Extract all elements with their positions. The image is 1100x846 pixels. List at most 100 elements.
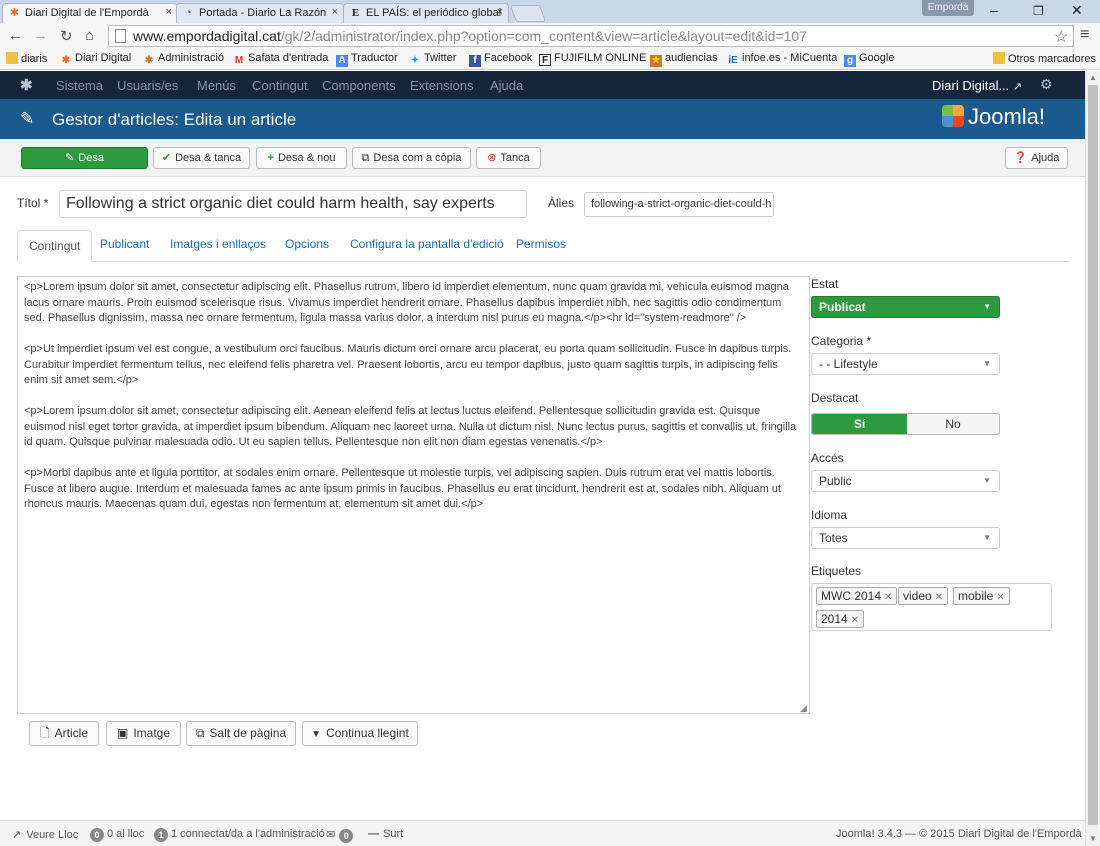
remove-tag-icon[interactable]: ✕ (851, 615, 859, 626)
remove-tag-icon[interactable]: ✕ (884, 592, 892, 603)
tab-imatges[interactable]: Imatges i enllaços (170, 237, 266, 251)
browser-tab-title: Diari Digital de l'Empordà (25, 7, 149, 19)
admins-badge: 1 (154, 828, 168, 842)
restore-icon[interactable]: ❐ (1033, 4, 1044, 18)
insert-article-button[interactable]: 🗋 Article (29, 721, 99, 746)
menu-usuaris[interactable]: Usuaris/es (117, 78, 178, 93)
menu-ajuda[interactable]: Ajuda (490, 78, 523, 93)
close-icon[interactable]: × (497, 6, 503, 18)
bookmark-traductor[interactable]: A Traductor (336, 52, 398, 67)
save-copy-button[interactable]: ⧉ Desa com a còpia (352, 147, 471, 169)
tab-contingut[interactable]: Contingut (17, 230, 93, 262)
forward-icon[interactable]: → (33, 27, 48, 44)
language-select[interactable]: Totes ▼ (811, 527, 1000, 549)
profile-button[interactable]: Empordà (922, 0, 974, 16)
save-button[interactable]: ✎ Desa (21, 147, 148, 169)
new-tab-button[interactable] (509, 5, 547, 22)
check-icon: ✔ (161, 152, 172, 164)
minus-icon: — (368, 828, 379, 840)
joomla-icon[interactable]: ✱ (20, 76, 33, 94)
scroll-down-icon[interactable]: ▼ (1089, 834, 1097, 843)
bookmark-facebook[interactable]: f Facebook (469, 52, 532, 67)
folder-icon (993, 52, 1005, 64)
messages-status[interactable]: ✉ 0 (326, 828, 356, 843)
remove-tag-icon[interactable]: ✕ (935, 592, 943, 603)
menu-sistema[interactable]: Sistema (56, 78, 103, 93)
alias-input[interactable]: following-a-strict-organic-diet-could-h (584, 192, 774, 217)
star-icon: ★ (650, 55, 662, 67)
save-new-button[interactable]: + Desa & nou (256, 147, 347, 169)
url-field[interactable]: www.empordadigital.cat/gk/2/administrato… (108, 25, 1074, 47)
visitors-status: 00 al lloc (90, 828, 144, 842)
access-select[interactable]: Public ▼ (811, 470, 1000, 492)
browser-tab-diari[interactable]: ✱ Diari Digital de l'Empordà × (2, 3, 178, 23)
featured-no-button[interactable]: No (907, 414, 999, 434)
gear-icon[interactable]: ⚙ (1040, 76, 1053, 93)
bookmark-google[interactable]: g Google (844, 52, 894, 67)
insert-image-button[interactable]: ▣ Imatge (106, 721, 181, 746)
status-select[interactable]: Publicat ▼ (811, 296, 1000, 318)
reload-icon[interactable]: ↻ (60, 27, 73, 45)
browser-tab-larazon[interactable]: ◔ Portada - Diario La Razón × (176, 3, 344, 23)
help-button[interactable]: ❓ Ajuda (1005, 147, 1068, 169)
bookmark-safata[interactable]: M Safata d'entrada (233, 52, 329, 67)
browser-tab-elpais[interactable]: E EL PAÍS: el periódico global × (343, 3, 509, 23)
menu-contingut[interactable]: Contingut (252, 78, 308, 93)
featured-yes-button[interactable]: Sí (812, 414, 907, 434)
save-close-button[interactable]: ✔ Desa & tanca (153, 147, 250, 169)
question-icon: ❓ (1013, 152, 1028, 164)
tab-permisos[interactable]: Permisos (516, 237, 566, 251)
tags-field[interactable]: MWC 2014 ✕ video ✕ mobile ✕ 2014 ✕ (811, 583, 1052, 631)
page-scrollbar[interactable]: ▲ ▼ (1085, 71, 1100, 846)
featured-toggle: Sí No (811, 413, 1000, 435)
bookmark-infoe[interactable]: iE infoe.es - MiCuenta (727, 52, 837, 67)
bookmark-diari-digital[interactable]: ✱ Diari Digital (60, 52, 131, 67)
scroll-up-icon[interactable]: ▲ (1089, 73, 1097, 82)
bookmark-administracio[interactable]: ✱ Administració (143, 52, 224, 67)
close-button[interactable]: ⊗ Tanca (476, 147, 541, 169)
url-path: /gk/2/administrator/index.php?option=com… (280, 28, 807, 44)
scrollbar-thumb[interactable] (1088, 85, 1098, 825)
close-icon[interactable]: × (332, 6, 338, 18)
home-icon[interactable]: ⌂ (85, 27, 94, 44)
admin-navbar: ✱ Sistema Usuaris/es Menús Contingut Com… (0, 71, 1085, 99)
alias-label: Àlies (548, 196, 575, 210)
featured-label: Destacat (811, 391, 859, 405)
logout-link[interactable]: — Surt (368, 828, 403, 840)
page-break-button[interactable]: ⧉ Salt de pàgina (186, 721, 296, 746)
help-label: Ajuda (1031, 152, 1060, 164)
chevron-down-icon: ▼ (983, 302, 991, 311)
menu-extensions[interactable]: Extensions (410, 78, 474, 93)
resize-handle-icon[interactable]: ◢ (800, 703, 807, 714)
view-site-link[interactable]: ↗ Veure Lloc (12, 828, 78, 841)
translate-icon: A (336, 55, 348, 67)
article-editor[interactable]: <p>Lorem ipsum dolor sit amet, consectet… (17, 276, 810, 714)
bookmark-audiencias[interactable]: ★ audiencias (650, 52, 718, 67)
tab-opcions[interactable]: Opcions (285, 237, 329, 251)
bookmark-label: Safata d'entrada (248, 52, 329, 64)
back-icon[interactable]: ← (8, 27, 23, 44)
tab-publicant[interactable]: Publicant (100, 237, 149, 251)
category-select[interactable]: - - Lifestyle ▼ (811, 353, 1000, 375)
title-input[interactable]: Following a strict organic diet could ha… (59, 190, 527, 218)
tag-label: 2014 (821, 612, 848, 626)
site-link[interactable]: Diari Digital... ↗ (932, 78, 1022, 93)
editor-paragraph: <p>Morbi dapibus ante et ligula porttito… (24, 467, 781, 510)
bookmark-star-icon[interactable]: ☆ (1054, 27, 1068, 47)
menu-components[interactable]: Components (322, 78, 396, 93)
bookmark-label: Otros marcadores (1008, 53, 1097, 65)
tab-configura[interactable]: Configura la pantalla d'edició (350, 237, 504, 251)
remove-tag-icon[interactable]: ✕ (996, 592, 1004, 603)
save-new-label: Desa & nou (277, 152, 336, 164)
menu-menus[interactable]: Menús (197, 78, 236, 93)
bookmark-diaris[interactable]: diaris (6, 52, 47, 65)
close-window-icon[interactable]: ✕ (1071, 2, 1083, 19)
bookmark-other[interactable]: Otros marcadores (993, 52, 1096, 65)
bookmark-fujifilm[interactable]: F FUJIFILM ONLINE (539, 52, 646, 66)
cancel-icon: ⊗ (487, 152, 497, 164)
bookmark-twitter[interactable]: ✦ Twitter (409, 52, 457, 67)
minimize-icon[interactable]: – (990, 2, 998, 18)
read-more-button[interactable]: ▼ Continua llegint (302, 721, 418, 746)
chrome-menu-icon[interactable]: ≡ (1080, 26, 1089, 44)
close-icon[interactable]: × (166, 6, 172, 18)
